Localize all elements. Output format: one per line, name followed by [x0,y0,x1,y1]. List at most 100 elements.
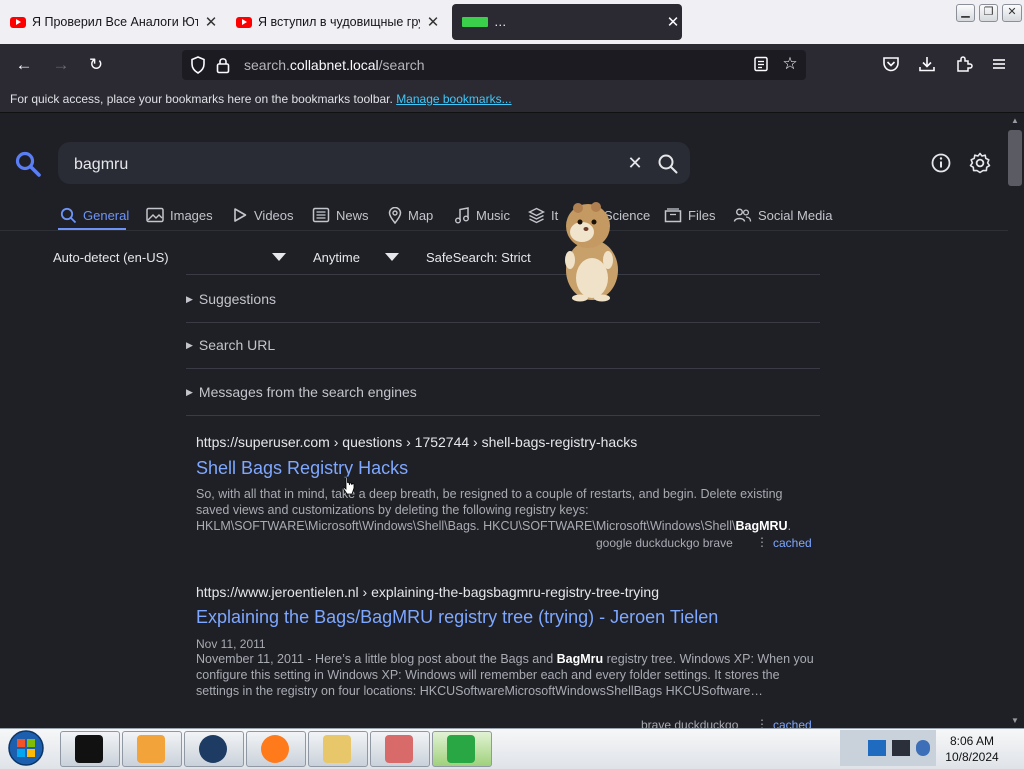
tab-active[interactable]: … ✕ [452,4,682,40]
tab-close-button[interactable]: ✕ [202,13,220,31]
bookmark-star-icon[interactable]: ☆ [779,53,801,75]
category-label: News [336,207,369,223]
back-icon[interactable]: ← [13,54,35,76]
display-icon[interactable] [892,740,910,756]
volume-icon[interactable] [916,740,930,756]
taskbar-app-media[interactable] [122,731,182,767]
taskbar-app-snipping[interactable] [370,731,430,767]
layers-icon [528,207,545,223]
result-date: Nov 11, 2011 [196,637,266,651]
searxng-logo-icon[interactable] [14,150,42,178]
category-it[interactable]: It [528,204,558,226]
hamster-image [565,202,618,302]
restore-button[interactable]: ❐ [979,4,998,22]
result-engines: google duckduckgo brave [596,536,733,550]
info-icon[interactable] [930,152,952,174]
taskbar-app-globe[interactable] [184,731,244,767]
reload-icon[interactable]: ↻ [85,54,107,76]
tab-title: Я Проверил Все Аналоги Ютуб [32,15,198,29]
close-window-button[interactable]: ✕ [1002,4,1022,22]
scroll-up-icon[interactable]: ▲ [1011,116,1019,125]
taskbar-app-paint[interactable] [308,731,368,767]
search-url-toggle[interactable]: ▶ Search URL [186,322,820,369]
firefox-icon [261,735,289,763]
scroll-down-icon[interactable]: ▼ [1011,716,1019,725]
lock-icon[interactable] [216,56,230,74]
safesearch-select[interactable]: SafeSearch: Strict [426,250,531,265]
search-icon [60,207,77,223]
taskbar-app-terminal[interactable] [60,731,120,767]
category-music[interactable]: Music [454,204,510,226]
network-icon[interactable] [868,740,886,756]
triangle-right-icon: ▶ [186,386,193,397]
cursor-icon [342,476,355,495]
search-submit-icon[interactable] [656,152,680,176]
reader-view-icon[interactable] [753,56,769,72]
people-icon [733,208,752,222]
suggestions-toggle[interactable]: ▶ Suggestions [186,276,820,323]
category-label: Files [688,207,716,223]
map-pin-icon [388,206,402,224]
system-clock[interactable]: 8:06 AM 10/8/2024 [940,733,1004,765]
triangle-right-icon: ▶ [186,339,193,350]
category-social-media[interactable]: Social Media [733,204,832,226]
result-snippet: So, with all that in mind, take a deep b… [196,487,792,533]
monitor-icon [447,735,475,763]
menu-icon[interactable] [991,56,1007,72]
media-player-icon [137,735,165,763]
result-snippet: November 11, 2011 - Here’s a little blog… [196,652,814,698]
time-range-select[interactable]: Anytime [313,250,360,265]
pocket-icon[interactable] [882,55,900,73]
minimize-button[interactable]: ▁ [956,4,975,22]
result-url[interactable]: https://superuser.com › questions › 1752… [196,434,637,450]
category-label: Music [476,207,510,223]
more-vertical-icon[interactable]: ⋮ [756,535,768,549]
globe-icon [199,735,227,763]
tab-youtube-1[interactable]: Я Проверил Все Аналоги Ютуб ✕ [10,4,220,40]
scrollbar-thumb[interactable] [1008,130,1022,186]
image-icon [146,207,164,223]
category-news[interactable]: News [312,204,369,226]
clock-date: 10/8/2024 [945,750,999,764]
engine-messages-toggle[interactable]: ▶ Messages from the search engines [186,369,820,416]
url-text[interactable]: search.collabnet.local/search [244,57,425,73]
category-map[interactable]: Map [388,204,433,226]
category-images[interactable]: Images [146,204,213,226]
tab-title: Я вступил в чудовищные груп [258,15,420,29]
triangle-right-icon: ▶ [186,293,193,304]
tab-close-button[interactable]: ✕ [664,13,682,31]
clear-search-icon[interactable]: ✕ [624,152,646,174]
category-label: Social Media [758,207,833,223]
music-icon [455,206,469,223]
extensions-icon[interactable] [955,55,973,73]
category-videos[interactable]: Videos [232,204,294,226]
tab-favicon-icon [462,17,488,27]
result-title-link[interactable]: Explaining the Bags/BagMRU registry tree… [196,607,718,628]
newspaper-icon [312,207,330,223]
search-input[interactable] [72,152,596,178]
result-url[interactable]: https://www.jeroentielen.nl › explaining… [196,584,659,600]
forward-icon[interactable]: → [50,54,72,76]
category-general[interactable]: General [60,204,129,226]
downloads-icon[interactable] [918,55,936,73]
result-title-link[interactable]: Shell Bags Registry Hacks [196,458,408,479]
category-files[interactable]: Files [664,204,715,226]
category-label: Videos [254,207,294,223]
language-select[interactable]: Auto-detect (en-US) [53,250,169,265]
scrollbar[interactable] [1008,113,1024,728]
chevron-down-icon[interactable] [385,253,399,261]
chevron-down-icon[interactable] [272,253,286,261]
clock-time: 8:06 AM [949,734,995,748]
youtube-icon [10,16,26,28]
tab-youtube-2[interactable]: Я вступил в чудовищные груп ✕ [236,4,442,40]
category-label: Images [170,207,213,223]
gear-icon[interactable] [968,151,992,175]
manage-bookmarks-link[interactable]: Manage bookmarks... [396,92,511,106]
taskbar-app-active[interactable] [432,731,492,767]
start-orb-icon[interactable] [6,729,46,767]
shield-icon[interactable] [190,56,206,74]
taskbar-app-firefox[interactable] [246,731,306,767]
cached-link[interactable]: cached [773,536,812,550]
category-label: Map [408,207,434,223]
tab-close-button[interactable]: ✕ [424,13,442,31]
